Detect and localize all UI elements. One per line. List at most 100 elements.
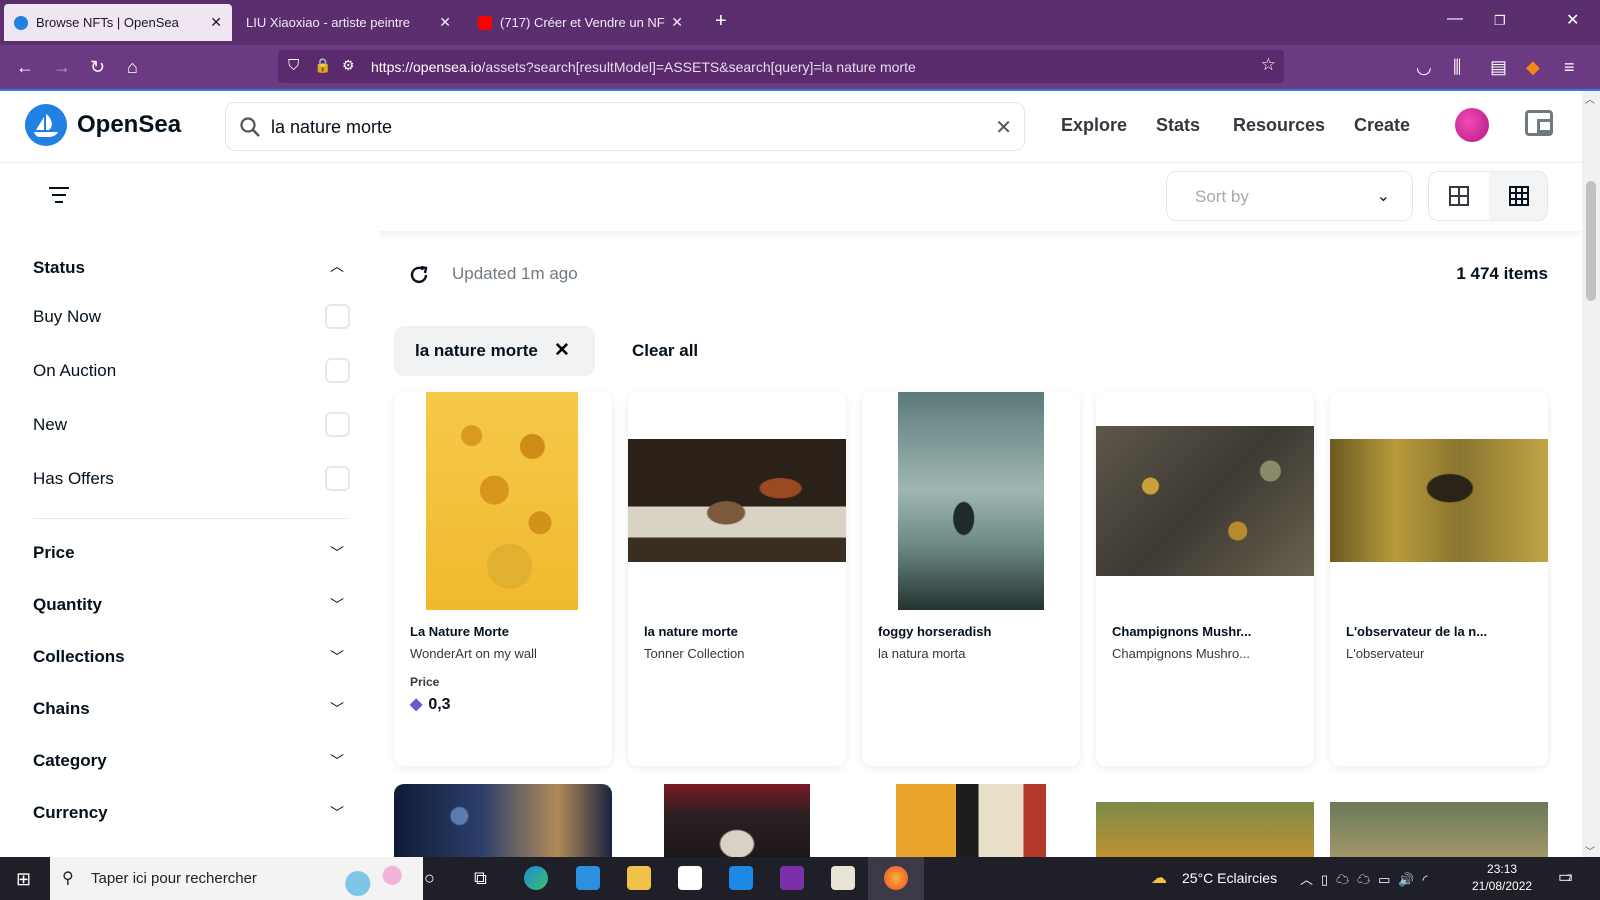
- chevron-down-icon[interactable]: ﹀: [330, 751, 344, 771]
- menu-icon[interactable]: ≡: [1564, 57, 1575, 78]
- large-grid-button[interactable]: [1429, 172, 1489, 220]
- nft-card[interactable]: [1096, 784, 1314, 864]
- weather-text[interactable]: 25°C Eclaircies: [1182, 870, 1277, 886]
- tab-opensea[interactable]: Browse NFTs | OpenSea ✕: [4, 4, 232, 41]
- windows-start-icon[interactable]: ⊞: [16, 869, 31, 890]
- clear-search-icon[interactable]: ✕: [995, 115, 1012, 140]
- clock[interactable]: 23:13 21/08/2022: [1472, 861, 1532, 895]
- app-l-icon[interactable]: [729, 866, 753, 890]
- refresh-icon[interactable]: [408, 264, 430, 286]
- shield-icon[interactable]: ⛉: [288, 57, 299, 74]
- notification-count: 7: [1567, 873, 1573, 883]
- scroll-up-icon[interactable]: ︿: [1585, 91, 1595, 106]
- chevron-down-icon[interactable]: ﹀: [330, 803, 344, 823]
- nav-stats[interactable]: Stats: [1156, 115, 1200, 136]
- section-category[interactable]: Category: [33, 751, 107, 771]
- active-filter-chip[interactable]: la nature morte ✕: [394, 326, 595, 376]
- nft-card[interactable]: L'observateur de la n... L'observateur: [1330, 392, 1548, 766]
- notepad-icon[interactable]: [831, 866, 855, 890]
- nft-card[interactable]: La Nature Morte WonderArt on my wall Pri…: [394, 392, 612, 766]
- small-grid-button[interactable]: [1489, 172, 1547, 220]
- address-bar[interactable]: ⛉ 🔒 ⚙ https://opensea.io/assets?search[r…: [278, 50, 1284, 83]
- notification-center-icon[interactable]: ▭ 7: [1558, 867, 1573, 887]
- nft-card[interactable]: [1330, 784, 1548, 864]
- status-section-title[interactable]: Status: [33, 258, 85, 278]
- nft-name: Champignons Mushr...: [1112, 624, 1252, 639]
- minimize-icon[interactable]: —: [1447, 10, 1463, 28]
- restore-icon[interactable]: ❐: [1494, 13, 1506, 29]
- clear-all-button[interactable]: Clear all: [632, 341, 698, 361]
- section-collections[interactable]: Collections: [33, 647, 125, 667]
- nft-name: L'observateur de la n...: [1346, 624, 1488, 639]
- browser-tab-strip: Browse NFTs | OpenSea ✕ LIU Xiaoxiao - a…: [0, 0, 1600, 45]
- tab-youtube[interactable]: (717) Créer et Vendre un NFT Gr ✕: [468, 4, 693, 41]
- nft-card[interactable]: [628, 784, 846, 864]
- chevron-down-icon[interactable]: ﹀: [330, 595, 344, 615]
- sort-dropdown[interactable]: Sort by ⌄: [1166, 171, 1413, 221]
- active-filter-label: la nature morte: [415, 341, 538, 360]
- scroll-down-icon[interactable]: ﹀: [1585, 843, 1595, 858]
- remove-filter-icon[interactable]: ✕: [554, 339, 570, 362]
- search-input[interactable]: la nature morte ✕: [225, 102, 1025, 151]
- close-window-icon[interactable]: ✕: [1566, 10, 1579, 30]
- chevron-up-icon[interactable]: ︿: [330, 256, 344, 276]
- mail-icon[interactable]: [576, 866, 600, 890]
- site-header: OpenSea la nature morte ✕ Explore Stats …: [0, 91, 1582, 163]
- edge-icon[interactable]: [524, 866, 548, 890]
- nav-create[interactable]: Create: [1354, 115, 1410, 136]
- metamask-icon[interactable]: ◆: [1526, 57, 1540, 78]
- page-scrollbar[interactable]: ︿ ﹀: [1582, 91, 1600, 858]
- chevron-down-icon[interactable]: ﹀: [330, 699, 344, 719]
- nft-card[interactable]: la nature morte Tonner Collection: [628, 392, 846, 766]
- sidebar-icon[interactable]: ▤: [1490, 57, 1507, 78]
- results-toolbar: Sort by ⌄: [0, 163, 1582, 231]
- new-tab-button[interactable]: +: [715, 10, 727, 33]
- forward-icon[interactable]: →: [53, 57, 71, 78]
- nft-card[interactable]: [862, 784, 1080, 864]
- nft-card[interactable]: [394, 784, 612, 864]
- avatar[interactable]: [1455, 108, 1489, 142]
- nft-card[interactable]: Champignons Mushr... Champignons Mushro.…: [1096, 392, 1314, 766]
- new-checkbox[interactable]: [325, 412, 350, 437]
- opensea-logo-icon[interactable]: [25, 104, 67, 146]
- section-currency[interactable]: Currency: [33, 803, 108, 823]
- painting-artwork: [1330, 802, 1548, 864]
- nft-card[interactable]: foggy horseradish la natura morta: [862, 392, 1080, 766]
- nav-explore[interactable]: Explore: [1061, 115, 1127, 136]
- bookmark-star-icon[interactable]: ☆: [1261, 55, 1276, 75]
- section-quantity[interactable]: Quantity: [33, 595, 102, 615]
- firefox-taskbar-button[interactable]: [868, 857, 924, 900]
- scrollbar-thumb[interactable]: [1586, 181, 1596, 301]
- close-tab-icon[interactable]: ✕: [210, 14, 222, 31]
- cortana-icon[interactable]: ○: [424, 868, 435, 889]
- task-view-icon[interactable]: ⧉: [474, 868, 487, 889]
- permissions-icon[interactable]: ⚙: [342, 57, 355, 74]
- close-tab-icon[interactable]: ✕: [439, 14, 451, 31]
- lock-icon[interactable]: 🔒: [314, 57, 331, 74]
- home-icon[interactable]: ⌂: [127, 57, 138, 78]
- file-explorer-icon[interactable]: [627, 866, 651, 890]
- onenote-icon[interactable]: [780, 866, 804, 890]
- windows-taskbar: ⊞ ⚲ Taper ici pour rechercher ○ ⧉ ☁ 25°C…: [0, 857, 1600, 900]
- close-tab-icon[interactable]: ✕: [671, 14, 683, 31]
- on-auction-checkbox[interactable]: [325, 358, 350, 383]
- has-offers-checkbox[interactable]: [325, 466, 350, 491]
- brand-name[interactable]: OpenSea: [77, 111, 181, 139]
- taskbar-search[interactable]: ⚲ Taper ici pour rechercher: [50, 857, 423, 900]
- section-price[interactable]: Price: [33, 543, 75, 563]
- nav-resources[interactable]: Resources: [1233, 115, 1325, 136]
- tab-liu-xiaoxiao[interactable]: LIU Xiaoxiao - artiste peintre ✕: [236, 4, 461, 41]
- library-icon[interactable]: ⫼: [1453, 57, 1461, 78]
- system-tray-icons[interactable]: ︿▯☁☁▭🔊◜: [1300, 869, 1436, 888]
- price-label: Price: [410, 675, 440, 689]
- back-icon[interactable]: ←: [16, 57, 34, 78]
- wallet-icon[interactable]: [1525, 110, 1553, 136]
- chevron-down-icon[interactable]: ﹀: [330, 647, 344, 667]
- chevron-down-icon[interactable]: ﹀: [330, 543, 344, 563]
- section-chains[interactable]: Chains: [33, 699, 90, 719]
- buy-now-checkbox[interactable]: [325, 304, 350, 329]
- reload-icon[interactable]: ↻: [90, 57, 105, 78]
- pocket-icon[interactable]: ◡: [1416, 57, 1432, 78]
- filter-toggle-icon[interactable]: [48, 187, 70, 205]
- store-icon[interactable]: [678, 866, 702, 890]
